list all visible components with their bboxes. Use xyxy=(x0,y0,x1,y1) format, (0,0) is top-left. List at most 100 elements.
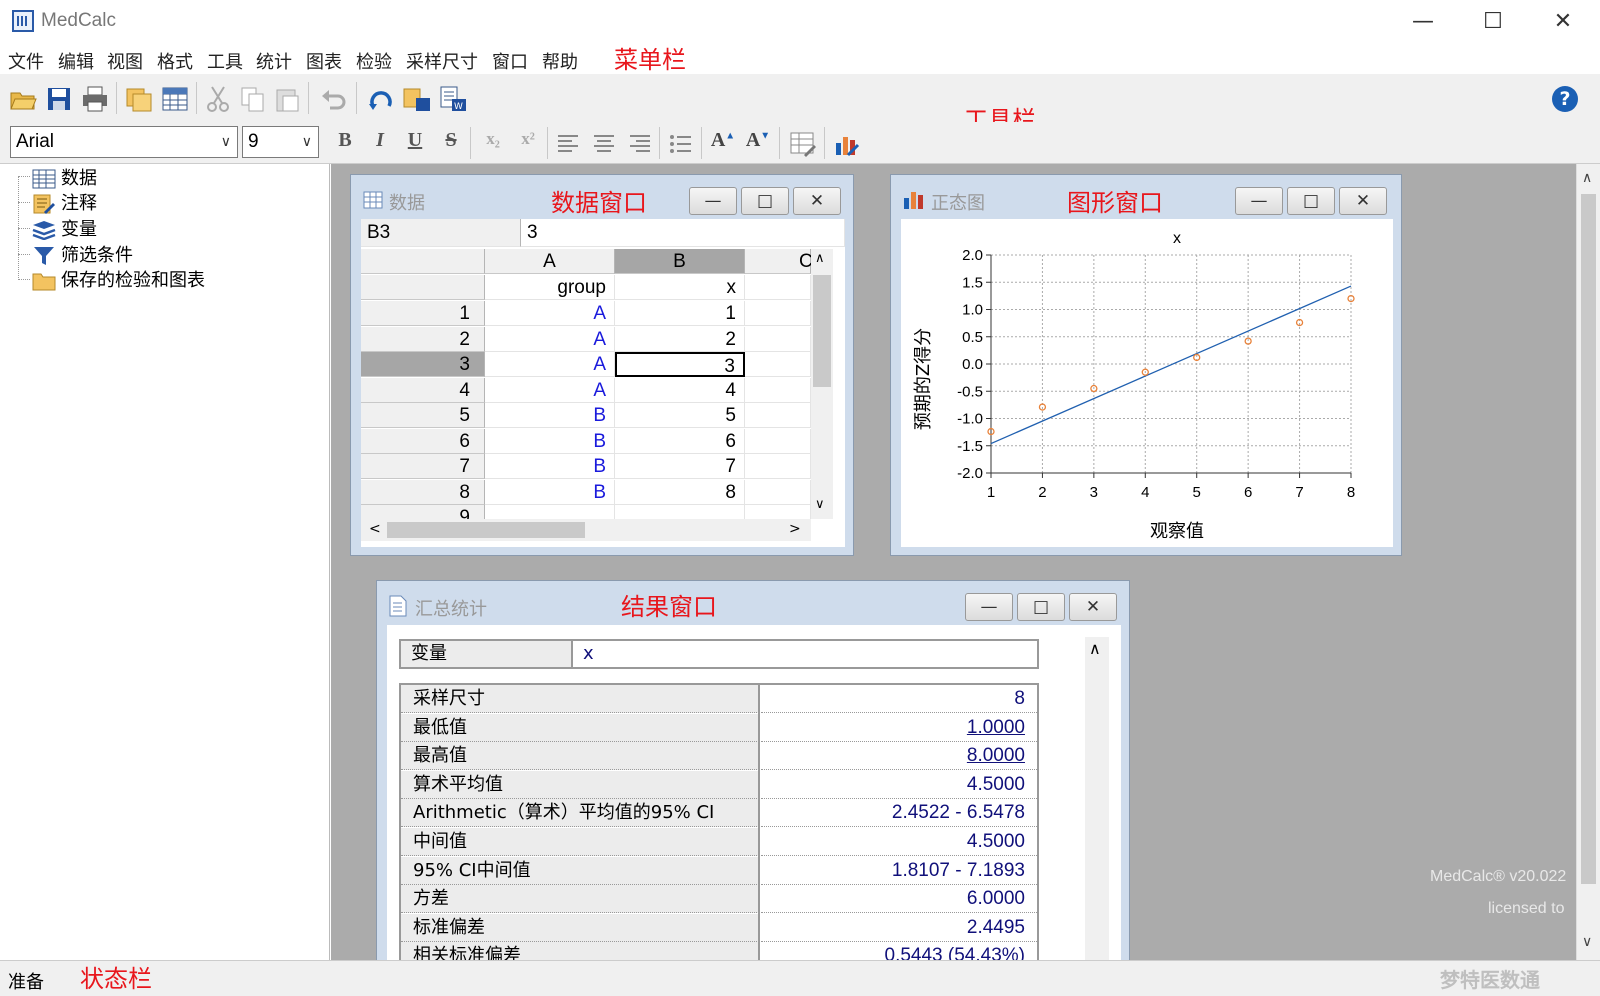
tree-item-saved[interactable]: 保存的检验和图表 xyxy=(32,266,205,291)
group-cell[interactable]: B xyxy=(485,428,615,454)
scroll-down-icon[interactable]: ∨ xyxy=(815,497,825,512)
minimize-button[interactable]: — xyxy=(689,187,737,215)
save-icon[interactable] xyxy=(44,84,74,114)
close-button[interactable]: ✕ xyxy=(1069,593,1117,621)
row-header[interactable]: 5 xyxy=(361,403,485,428)
group-cell[interactable]: A xyxy=(485,326,615,352)
column-header-c[interactable]: C xyxy=(745,249,813,274)
empty-cell[interactable] xyxy=(745,377,811,403)
row-header[interactable]: 2 xyxy=(361,326,485,352)
scroll-left-icon[interactable]: < xyxy=(369,521,381,537)
help-icon[interactable]: ? xyxy=(1552,86,1578,112)
refresh-icon[interactable] xyxy=(366,84,396,114)
align-center-icon[interactable] xyxy=(589,129,619,159)
x-cell[interactable]: 8 xyxy=(615,479,745,505)
menu-sample-size[interactable]: 采样尺寸 xyxy=(406,48,478,74)
field-name-cell[interactable]: x xyxy=(615,275,745,300)
group-cell[interactable]: B xyxy=(485,454,615,479)
group-cell[interactable]: A xyxy=(485,301,615,326)
row-header[interactable]: 7 xyxy=(361,454,485,479)
column-header-b[interactable]: B xyxy=(615,249,745,274)
menu-tools[interactable]: 工具 xyxy=(207,48,243,74)
menu-format[interactable]: 格式 xyxy=(157,48,193,74)
copy-sheets-icon[interactable] xyxy=(124,84,154,114)
scroll-thumb[interactable] xyxy=(813,275,831,387)
group-cell[interactable]: A xyxy=(485,352,615,377)
menu-statistics[interactable]: 统计 xyxy=(256,48,292,74)
empty-cell[interactable] xyxy=(745,352,811,377)
close-button[interactable]: ✕ xyxy=(793,187,841,215)
menu-graphs[interactable]: 图表 xyxy=(306,48,342,74)
scroll-right-icon[interactable]: > xyxy=(789,521,801,537)
scroll-down-icon[interactable]: ∨ xyxy=(1582,934,1592,950)
x-cell[interactable]: 1 xyxy=(615,301,745,326)
underline-button[interactable]: U xyxy=(400,129,430,157)
grid-hscrollbar[interactable]: < > xyxy=(361,519,811,541)
export-word-icon[interactable] xyxy=(402,84,432,114)
column-header-a[interactable]: A xyxy=(485,249,615,274)
maximize-button[interactable]: ☐ xyxy=(1470,8,1516,36)
scroll-thumb[interactable] xyxy=(1581,194,1596,884)
stat-value[interactable]: 8.0000 xyxy=(761,742,1037,771)
row-header[interactable]: 1 xyxy=(361,301,485,326)
empty-cell[interactable] xyxy=(745,326,811,352)
menu-file[interactable]: 文件 xyxy=(8,48,44,74)
row-header[interactable]: 8 xyxy=(361,479,485,505)
export-doc-icon[interactable]: W xyxy=(438,84,468,114)
x-cell[interactable]: 2 xyxy=(615,326,745,352)
stat-value[interactable]: 1.0000 xyxy=(761,713,1037,742)
empty-cell[interactable] xyxy=(745,275,811,300)
bold-button[interactable]: B xyxy=(330,129,360,157)
group-cell[interactable]: B xyxy=(485,479,615,505)
empty-cell[interactable] xyxy=(745,479,811,505)
row-header[interactable] xyxy=(361,275,485,300)
tree-item-notes[interactable]: 注释 xyxy=(32,189,97,214)
maximize-button[interactable]: □ xyxy=(1287,187,1335,215)
menu-window[interactable]: 窗口 xyxy=(492,48,528,74)
menu-edit[interactable]: 编辑 xyxy=(58,48,94,74)
selected-cell[interactable]: 3 xyxy=(615,352,745,377)
row-header[interactable]: 3 xyxy=(361,352,485,377)
increase-font-button[interactable]: A▲ xyxy=(708,129,738,157)
empty-cell[interactable] xyxy=(745,454,811,479)
results-vscrollbar[interactable]: ∧ xyxy=(1085,637,1109,981)
close-button[interactable]: ✕ xyxy=(1339,187,1387,215)
close-button[interactable]: ✕ xyxy=(1540,8,1586,36)
font-size-select[interactable]: 9 ∨ xyxy=(242,126,319,158)
cell-format-icon[interactable] xyxy=(788,129,818,159)
undo-icon[interactable] xyxy=(318,84,348,114)
grid-corner[interactable] xyxy=(361,249,485,274)
x-cell[interactable]: 7 xyxy=(615,454,745,479)
x-cell[interactable]: 5 xyxy=(615,403,745,428)
grid-vscrollbar[interactable]: ∧ ∨ xyxy=(811,249,833,519)
maximize-button[interactable]: □ xyxy=(741,187,789,215)
strikethrough-button[interactable]: S xyxy=(436,129,466,157)
scroll-up-icon[interactable]: ∧ xyxy=(815,251,825,266)
empty-cell[interactable] xyxy=(745,301,811,326)
subscript-button[interactable]: x₂ xyxy=(478,129,508,157)
field-name-cell[interactable]: group xyxy=(485,275,615,300)
decrease-font-button[interactable]: A▼ xyxy=(743,129,773,157)
align-left-icon[interactable] xyxy=(554,129,584,159)
minimize-button[interactable]: — xyxy=(965,593,1013,621)
cut-icon[interactable] xyxy=(203,84,233,114)
font-select[interactable]: Arial ∨ xyxy=(10,126,238,158)
bullet-list-icon[interactable] xyxy=(666,129,696,159)
print-icon[interactable] xyxy=(80,84,110,114)
group-cell[interactable]: A xyxy=(485,377,615,403)
maximize-button[interactable]: □ xyxy=(1017,593,1065,621)
empty-cell[interactable] xyxy=(745,428,811,454)
workspace-scrollbar[interactable]: ∧ ∨ xyxy=(1576,164,1600,960)
spreadsheet-icon[interactable] xyxy=(160,84,190,114)
menu-tests[interactable]: 检验 xyxy=(356,48,392,74)
group-cell[interactable]: B xyxy=(485,403,615,428)
align-right-icon[interactable] xyxy=(624,129,654,159)
copy-icon[interactable] xyxy=(238,84,268,114)
paste-icon[interactable] xyxy=(273,84,303,114)
row-header[interactable]: 4 xyxy=(361,377,485,403)
x-cell[interactable]: 6 xyxy=(615,428,745,454)
minimize-button[interactable]: — xyxy=(1400,8,1446,36)
empty-cell[interactable] xyxy=(745,403,811,428)
superscript-button[interactable]: x² xyxy=(513,129,543,157)
menu-view[interactable]: 视图 xyxy=(107,48,143,74)
